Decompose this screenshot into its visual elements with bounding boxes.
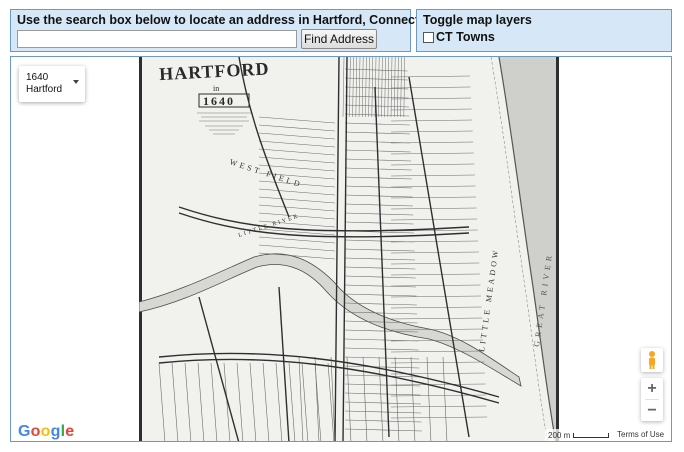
- layer-toggle-ct-towns[interactable]: CT Towns: [423, 29, 495, 45]
- chevron-down-icon: [73, 80, 79, 84]
- map-scale-bar: 200 m: [545, 429, 613, 441]
- layers-title: Toggle map layers: [423, 13, 532, 27]
- layers-panel: Toggle map layers CT Towns: [416, 9, 672, 52]
- google-logo-letter: g: [50, 423, 61, 440]
- google-logo: Google: [18, 423, 74, 441]
- map-margin: [559, 57, 589, 441]
- google-logo-letter: e: [65, 423, 75, 440]
- terms-of-use-link[interactable]: Terms of Use: [614, 429, 668, 441]
- find-address-button[interactable]: Find Address: [301, 29, 377, 49]
- map-layer-select[interactable]: 1640 Hartford: [19, 66, 85, 102]
- ct-towns-label: CT Towns: [436, 30, 495, 44]
- address-search-input[interactable]: [17, 30, 297, 48]
- map-right-edge: [556, 57, 559, 441]
- search-panel: Use the search box below to locate an ad…: [10, 9, 445, 52]
- ct-towns-checkbox[interactable]: [423, 31, 434, 43]
- map-container[interactable]: HARTFORD in 1640 WEST FIELD LITTLE RIVER…: [10, 56, 672, 442]
- map-title-in: in: [213, 84, 219, 93]
- google-logo-letter: o: [40, 423, 51, 440]
- zoom-in-button[interactable]: +: [641, 378, 663, 399]
- search-instructions: Use the search box below to locate an ad…: [17, 13, 445, 27]
- historic-map-image[interactable]: HARTFORD in 1640 WEST FIELD LITTLE RIVER…: [139, 57, 589, 442]
- scale-line: [573, 432, 610, 438]
- scale-label: 200 m: [548, 430, 571, 440]
- map-year: 1640: [203, 94, 235, 108]
- layer-select-place: Hartford: [26, 84, 63, 95]
- zoom-control: + −: [641, 378, 663, 421]
- pegman-icon: [649, 351, 655, 369]
- google-logo-letter: G: [18, 423, 31, 440]
- street-view-pegman[interactable]: [641, 348, 663, 372]
- google-logo-letter: o: [30, 423, 41, 440]
- map-left-edge: [139, 57, 142, 441]
- zoom-out-button[interactable]: −: [641, 400, 663, 421]
